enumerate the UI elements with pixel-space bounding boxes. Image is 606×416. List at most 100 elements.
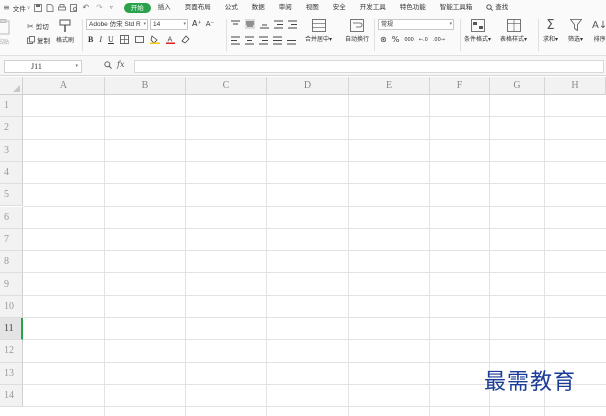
column-header-f[interactable]: F [430,77,490,95]
row-header-1[interactable]: 1 [0,95,23,118]
tab-review[interactable]: 审阅 [272,0,299,15]
column-header-h[interactable]: H [545,77,606,95]
indent-decrease-icon[interactable] [274,20,283,29]
italic-button[interactable]: I [99,35,102,44]
align-left-icon[interactable] [231,36,240,45]
tab-special-features[interactable]: 特色功能 [393,0,433,15]
row-header-11[interactable]: 11 [0,318,23,341]
row-header-9[interactable]: 9 [0,273,23,296]
formula-input[interactable] [134,60,604,73]
grow-font-button[interactable]: A⁺ [192,19,202,28]
row-gridline [23,205,606,207]
tab-formulas[interactable]: 公式 [218,0,245,15]
tab-data[interactable]: 数据 [245,0,272,15]
tab-insert[interactable]: 插入 [151,0,178,15]
row-header-4[interactable]: 4 [0,161,23,185]
filter-button[interactable]: 筛选▾ [568,19,583,43]
column-header-d[interactable]: D [267,77,349,95]
wrap-text-button[interactable]: 自动换行 [345,19,369,43]
decrease-decimal-icon[interactable]: .00→ [433,37,445,43]
redo-icon[interactable]: ↷ [96,3,103,12]
increase-decimal-icon[interactable]: ←.0 [419,37,428,43]
tab-developer[interactable]: 开发工具 [353,0,393,15]
save-icon[interactable] [34,3,43,12]
align-center-icon[interactable] [245,36,254,45]
align-bottom-icon[interactable] [260,20,269,29]
borders-icon[interactable] [119,35,129,44]
clear-format-icon[interactable] [181,35,190,44]
justify-icon[interactable] [273,36,282,45]
percent-button[interactable]: % [392,35,400,44]
undo-icon[interactable]: ↶ [82,3,89,12]
row-header-2[interactable]: 2 [0,117,23,140]
cell-style-icon[interactable] [134,35,144,44]
paste-button[interactable]: 粘贴 [0,19,10,46]
spreadsheet-grid[interactable]: A B C D E F G H 1 2 3 4 5 6 7 8 9 10 11 12 13 14 [0,77,606,416]
menu-bar-left: ≡ 文件 ∨ ↶ ↷ ▿ [0,3,124,13]
search-tab[interactable]: 查找 [479,0,515,15]
file-menu[interactable]: 文件 ∨ [13,3,31,13]
cut-button[interactable]: ✂ 剪切 [27,21,49,32]
tab-page-layout[interactable]: 页面布局 [178,0,218,15]
row-header-10[interactable]: 10 [0,295,23,318]
font-style-row: B I U A [88,35,190,44]
copy-button[interactable]: 复制 [27,35,50,45]
customize-toolbar-icon[interactable]: ▿ [110,4,113,11]
align-right-icon[interactable] [259,36,268,45]
print-icon[interactable] [58,3,67,12]
row-header-8[interactable]: 8 [0,251,23,274]
chevron-down-icon: ▾ [449,21,452,27]
thousands-separator-button[interactable]: 000 [404,37,414,43]
select-all-corner[interactable] [0,77,23,95]
font-size-adjust: A⁺ A⁻ [192,19,214,28]
conditional-format-button[interactable]: 条件格式▾ [464,19,491,43]
format-painter-button[interactable]: 格式刷 [56,19,74,44]
align-middle-icon[interactable] [245,19,255,29]
column-header-a[interactable]: A [23,77,105,95]
merge-center-button[interactable]: 合并居中▾ [305,19,332,43]
row-header-3[interactable]: 3 [0,139,23,162]
row-header-14[interactable]: 14 [0,384,23,408]
insert-function-button[interactable]: fx [117,60,124,69]
tab-security[interactable]: 安全 [326,0,353,15]
print-preview-icon[interactable] [70,3,78,12]
shrink-font-button[interactable]: A⁻ [206,20,214,28]
tab-home[interactable]: 开始 [123,2,151,13]
row-header-13[interactable]: 13 [0,362,23,385]
svg-text:A: A [167,36,172,44]
chevron-down-icon: ▾ [183,21,186,27]
row-header-6[interactable]: 6 [0,206,23,229]
menu-icon[interactable]: ≡ [3,3,10,12]
row-header-7[interactable]: 7 [0,228,23,252]
export-pdf-icon[interactable] [46,3,54,12]
align-top-icon[interactable] [231,20,240,29]
row-gridline [23,361,606,363]
distributed-align-icon[interactable] [287,36,296,45]
tab-smart-toolbox[interactable]: 智能工具箱 [433,0,480,15]
row-header-5[interactable]: 5 [0,184,23,207]
sort-button[interactable]: A↓ 排序 [592,19,606,43]
fill-color-icon[interactable] [149,35,160,44]
font-color-icon[interactable]: A [165,35,175,44]
number-format-select[interactable]: 常规 ▾ [378,19,454,30]
number-format-value: 常规 [381,21,394,28]
column-header-c[interactable]: C [186,77,267,95]
row-gridline [23,160,606,162]
font-name-select[interactable]: Adobe 仿宋 Std R ▾ [86,19,148,30]
column-header-g[interactable]: G [490,77,545,95]
sum-button[interactable]: Σ 求和▾ [543,19,558,43]
underline-button[interactable]: U [108,35,114,44]
currency-icon[interactable]: ⊛ [380,35,387,44]
bold-button[interactable]: B [88,35,93,44]
conditional-format-icon [470,19,485,32]
name-box[interactable]: J11 ▾ [4,60,82,73]
row-header-12[interactable]: 12 [0,340,23,363]
zoom-icon[interactable] [104,60,112,69]
tab-view[interactable]: 视图 [299,0,326,15]
chevron-down-icon: ▾ [75,64,78,69]
column-header-e[interactable]: E [349,77,430,95]
table-style-button[interactable]: 表格样式▾ [500,19,527,43]
column-header-b[interactable]: B [105,77,186,95]
font-size-select[interactable]: 14 ▾ [150,19,188,30]
indent-increase-icon[interactable] [288,20,297,29]
